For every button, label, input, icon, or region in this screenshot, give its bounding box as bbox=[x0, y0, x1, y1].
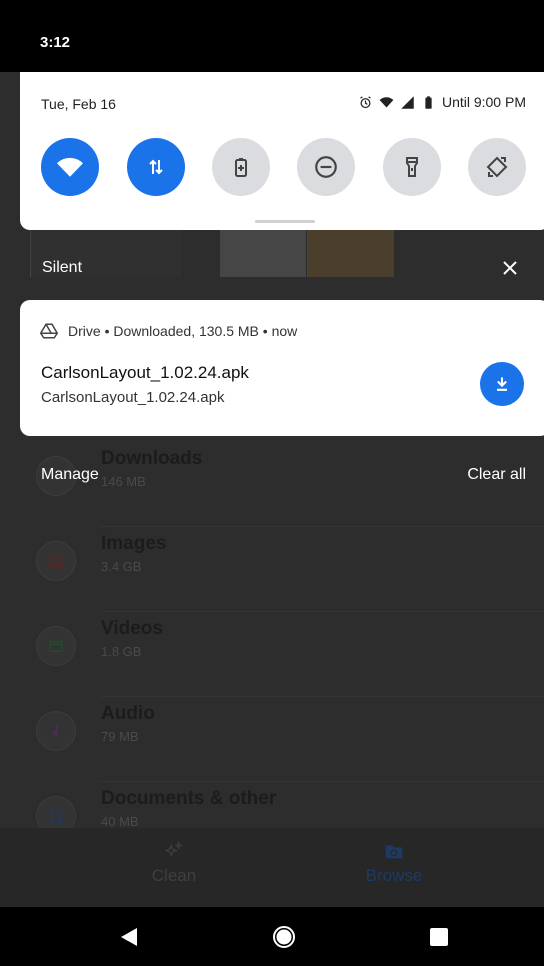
download-button[interactable] bbox=[480, 362, 524, 406]
category-size: 3.4 GB bbox=[101, 559, 142, 574]
separator: • bbox=[262, 323, 268, 339]
battery-saver-icon bbox=[235, 158, 247, 177]
wifi-icon bbox=[379, 96, 394, 107]
clock: 3:12 bbox=[40, 34, 71, 51]
sparkle-icon bbox=[164, 841, 183, 858]
image-icon bbox=[36, 541, 76, 581]
wifi-icon bbox=[57, 157, 83, 177]
close-icon[interactable] bbox=[498, 256, 522, 280]
tab-clean: Clean bbox=[114, 840, 234, 886]
notification-body: CarlsonLayout_1.02.24.apk bbox=[41, 389, 225, 406]
silent-label: Silent bbox=[42, 259, 83, 276]
recents-button[interactable] bbox=[425, 923, 453, 951]
category-images: Images 3.4 GB bbox=[0, 527, 544, 612]
category-name: Videos bbox=[101, 618, 163, 639]
home-button[interactable] bbox=[270, 923, 298, 951]
data-arrows-icon bbox=[149, 159, 163, 175]
wifi-tile[interactable] bbox=[41, 138, 99, 196]
category-size: 1.8 GB bbox=[101, 644, 142, 659]
flashlight-tile[interactable] bbox=[383, 138, 441, 196]
notification-detail: Downloaded, 130.5 MB bbox=[113, 323, 259, 339]
tab-browse: Browse bbox=[334, 840, 454, 886]
video-icon bbox=[36, 626, 76, 666]
status-icons: Until 9:00 PM bbox=[358, 94, 526, 110]
alarm-icon bbox=[360, 95, 371, 108]
recents-icon bbox=[430, 928, 448, 946]
category-name: Documents & other bbox=[101, 788, 277, 809]
files-bottom-nav: Clean Browse bbox=[0, 828, 544, 908]
category-size: 40 MB bbox=[101, 814, 139, 829]
drive-icon bbox=[40, 323, 58, 339]
drive-notification[interactable]: Drive • Downloaded, 130.5 MB • now Carls… bbox=[20, 300, 544, 436]
notification-actions: Manage Clear all bbox=[0, 458, 544, 494]
category-size: 79 MB bbox=[101, 729, 139, 744]
category-videos: Videos 1.8 GB bbox=[0, 612, 544, 697]
home-icon bbox=[273, 926, 295, 948]
tab-browse-label: Browse bbox=[365, 866, 423, 885]
back-icon bbox=[121, 928, 137, 946]
battery-saver-tile[interactable] bbox=[212, 138, 270, 196]
silent-section-header: Silent bbox=[0, 246, 544, 292]
folder-search-icon bbox=[385, 845, 403, 859]
notification-header: Drive • Downloaded, 130.5 MB • now bbox=[40, 322, 297, 340]
category-name: Images bbox=[101, 533, 167, 554]
auto-rotate-tile[interactable] bbox=[468, 138, 526, 196]
do-not-disturb-tile[interactable] bbox=[297, 138, 355, 196]
tab-clean-label: Clean bbox=[151, 866, 197, 885]
do-not-disturb-icon bbox=[315, 156, 337, 178]
separator: • bbox=[104, 323, 110, 339]
date-label: Tue, Feb 16 bbox=[41, 96, 116, 112]
clear-all-button[interactable]: Clear all bbox=[467, 466, 526, 484]
category-name: Audio bbox=[101, 703, 155, 724]
notification-title: CarlsonLayout_1.02.24.apk bbox=[41, 363, 249, 382]
status-bar: 3:12 bbox=[0, 0, 544, 72]
system-nav-bar bbox=[0, 907, 544, 966]
battery-text: Until 9:00 PM bbox=[441, 94, 526, 110]
category-audio: Audio 79 MB bbox=[0, 697, 544, 782]
flashlight-icon bbox=[406, 157, 418, 177]
notification-app: Drive bbox=[68, 323, 101, 339]
battery-icon bbox=[425, 95, 432, 109]
signal-icon bbox=[401, 95, 414, 109]
notification-time: now bbox=[271, 323, 298, 339]
download-icon bbox=[497, 377, 507, 391]
quick-settings-panel: Tue, Feb 16 Until 9:00 PM bbox=[20, 72, 544, 230]
back-button[interactable] bbox=[115, 923, 143, 951]
manage-button[interactable]: Manage bbox=[41, 466, 99, 484]
phone-screen: Downloads 146 MB Images 3.4 GB Videos 1.… bbox=[0, 0, 544, 966]
panel-drag-handle[interactable] bbox=[255, 220, 315, 223]
music-note-icon bbox=[36, 711, 76, 751]
auto-rotate-icon bbox=[486, 156, 508, 178]
mobile-data-tile[interactable] bbox=[127, 138, 185, 196]
